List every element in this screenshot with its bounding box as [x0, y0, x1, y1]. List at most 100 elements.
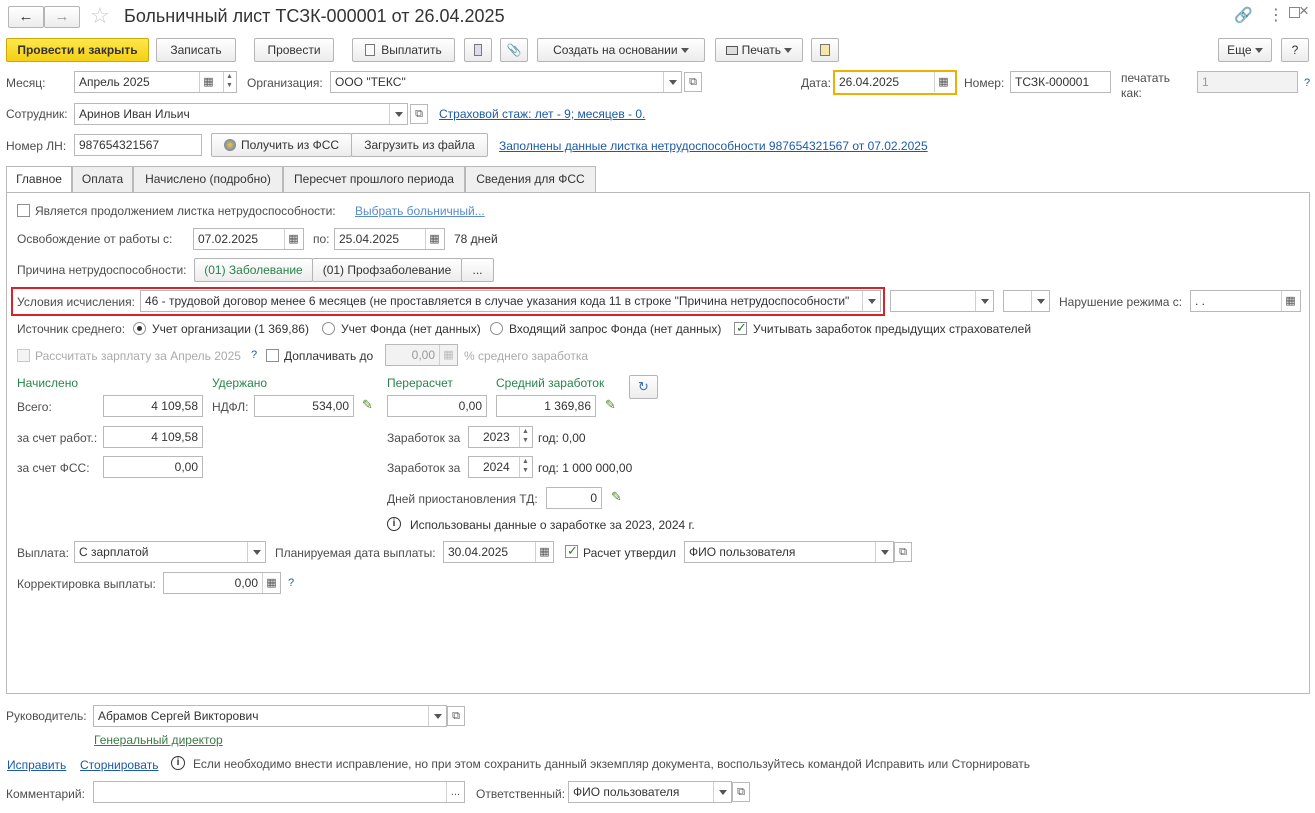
chevron-down-icon[interactable]: [663, 72, 681, 92]
help-button[interactable]: ?: [1281, 38, 1309, 62]
total-label: Всего:: [17, 400, 52, 414]
close-icon[interactable]: ×: [1299, 1, 1309, 21]
help-icon[interactable]: ?: [1304, 76, 1310, 90]
chevron-down-icon[interactable]: [713, 782, 731, 802]
pay-extra-checkbox[interactable]: [266, 349, 279, 362]
cause-disease-button[interactable]: (01) Заболевание: [194, 258, 313, 282]
open-icon[interactable]: ⧉: [684, 72, 702, 92]
calendar-icon[interactable]: ▦: [535, 542, 553, 562]
calc-salary-checkbox[interactable]: [17, 349, 30, 362]
calc-salary-label: Рассчитать зарплату за Апрель 2025: [35, 349, 241, 363]
head-field[interactable]: Абрамов Сергей Викторович: [93, 705, 447, 727]
suspension-field[interactable]: 0: [546, 487, 602, 509]
total-field[interactable]: 4 109,58: [103, 395, 203, 417]
attachment-button[interactable]: 📎: [500, 38, 528, 62]
tab-fss-info[interactable]: Сведения для ФСС: [465, 166, 596, 192]
previous-insurers-checkbox[interactable]: [734, 320, 747, 336]
load-from-file-button[interactable]: Загрузить из файла: [351, 133, 488, 157]
chevron-down-icon[interactable]: [428, 706, 446, 726]
continuation-label: Является продолжением листка нетрудоспос…: [35, 204, 336, 218]
chevron-down-icon[interactable]: [247, 542, 265, 562]
approved-checkbox[interactable]: [565, 543, 578, 559]
tab-recalculation[interactable]: Пересчет прошлого периода: [283, 166, 465, 192]
open-icon[interactable]: ⧉: [894, 542, 912, 562]
employee-field[interactable]: Аринов Иван Ильич: [74, 103, 408, 125]
source-fund-radio[interactable]: [322, 322, 335, 335]
calendar-icon[interactable]: ▦: [1281, 291, 1299, 311]
create-based-button[interactable]: Создать на основании: [537, 38, 705, 62]
head-position-link[interactable]: Генеральный директор: [94, 733, 223, 747]
correction-help-icon[interactable]: ?: [288, 576, 294, 590]
year2-spinner[interactable]: ▲ ▼: [519, 457, 531, 477]
source-request-radio[interactable]: [490, 322, 503, 335]
conditions-field[interactable]: 46 - трудовой договор менее 6 месяцев (н…: [140, 290, 881, 312]
calculator-icon[interactable]: ▦: [262, 573, 280, 593]
post-and-close-button[interactable]: Провести и закрыть: [6, 38, 149, 62]
more-button[interactable]: Еще: [1218, 38, 1272, 62]
more-vertical-icon[interactable]: ⋮: [1268, 5, 1284, 25]
back-button[interactable]: ←: [8, 6, 44, 28]
continuation-checkbox[interactable]: [17, 204, 30, 217]
approved-field[interactable]: ФИО пользователя: [684, 541, 894, 563]
comment-more-button[interactable]: ...: [446, 782, 464, 802]
star-icon[interactable]: ☆: [90, 3, 110, 29]
post-button[interactable]: Провести: [254, 38, 334, 62]
report-button[interactable]: [811, 38, 839, 62]
avg-earnings-field[interactable]: 1 369,86: [496, 395, 596, 417]
calculator-icon[interactable]: ▦: [439, 345, 457, 365]
pencil-icon[interactable]: ✎: [611, 489, 622, 505]
fss-icon: [223, 139, 236, 151]
calendar-icon[interactable]: ▦: [934, 72, 952, 92]
recalc-field[interactable]: 0,00: [387, 395, 487, 417]
insurance-experience-link[interactable]: Страховой стаж: лет - 9; месяцев - 0.: [439, 107, 645, 121]
print-as-field[interactable]: 1: [1197, 71, 1298, 93]
cause-more-button[interactable]: ...: [461, 258, 494, 282]
tab-payment[interactable]: Оплата: [72, 166, 133, 192]
filled-data-link[interactable]: Заполнены данные листка нетрудоспособнос…: [499, 139, 928, 153]
ndfl-field[interactable]: 534,00: [254, 395, 354, 417]
avg-title: Средний заработок: [496, 376, 605, 390]
print-button[interactable]: Печать: [715, 38, 803, 62]
chevron-down-icon[interactable]: [875, 542, 893, 562]
fix-link[interactable]: Исправить: [7, 758, 66, 772]
pencil-icon[interactable]: ✎: [605, 397, 616, 413]
calendar-icon[interactable]: ▦: [199, 72, 217, 92]
open-icon[interactable]: ⧉: [410, 104, 428, 124]
number-field[interactable]: ТСЗК-000001: [1010, 71, 1111, 93]
get-from-fss-button[interactable]: Получить из ФСС: [211, 133, 352, 157]
ln-number-field[interactable]: 987654321567: [74, 134, 202, 156]
tab-main[interactable]: Главное: [6, 166, 72, 193]
open-icon[interactable]: ⧉: [732, 782, 750, 802]
payout-label: Выплата:: [17, 546, 69, 560]
calc-help-icon[interactable]: ?: [251, 348, 257, 362]
calendar-icon[interactable]: ▦: [284, 229, 302, 249]
source-org-radio[interactable]: [133, 322, 146, 335]
cause-occupational-button[interactable]: (01) Профзаболевание: [312, 258, 462, 282]
save-button[interactable]: Записать: [156, 38, 236, 62]
year1-spinner[interactable]: ▲ ▼: [519, 427, 531, 447]
employer-field[interactable]: 4 109,58: [103, 426, 203, 448]
arrow-left-icon: ←: [18, 8, 34, 25]
calendar-icon[interactable]: ▦: [425, 229, 443, 249]
open-icon[interactable]: ⧉: [447, 706, 465, 726]
comment-field[interactable]: [93, 781, 465, 803]
journal-button[interactable]: [464, 38, 492, 62]
fss-field[interactable]: 0,00: [103, 456, 203, 478]
reverse-link[interactable]: Сторнировать: [80, 758, 158, 772]
forward-button[interactable]: →: [44, 6, 80, 28]
cause-label: Причина нетрудоспособности:: [17, 263, 187, 277]
chevron-down-icon[interactable]: [975, 291, 993, 311]
tab-accrued-details[interactable]: Начислено (подробно): [133, 166, 283, 192]
pay-button[interactable]: Выплатить: [352, 38, 455, 62]
chevron-down-icon[interactable]: [1031, 291, 1049, 311]
link-icon[interactable]: 🔗: [1234, 6, 1253, 24]
choose-sick-leave-link[interactable]: Выбрать больничный...: [355, 204, 485, 218]
payout-field[interactable]: С зарплатой: [74, 541, 266, 563]
chevron-down-icon[interactable]: [862, 291, 880, 311]
month-spinner[interactable]: ▲ ▼: [223, 72, 235, 92]
responsible-field[interactable]: ФИО пользователя: [568, 781, 732, 803]
refresh-button[interactable]: ↻: [629, 375, 658, 399]
chevron-down-icon[interactable]: [389, 104, 407, 124]
org-field[interactable]: ООО "ТЕКС": [330, 71, 682, 93]
pencil-icon[interactable]: ✎: [362, 397, 373, 413]
